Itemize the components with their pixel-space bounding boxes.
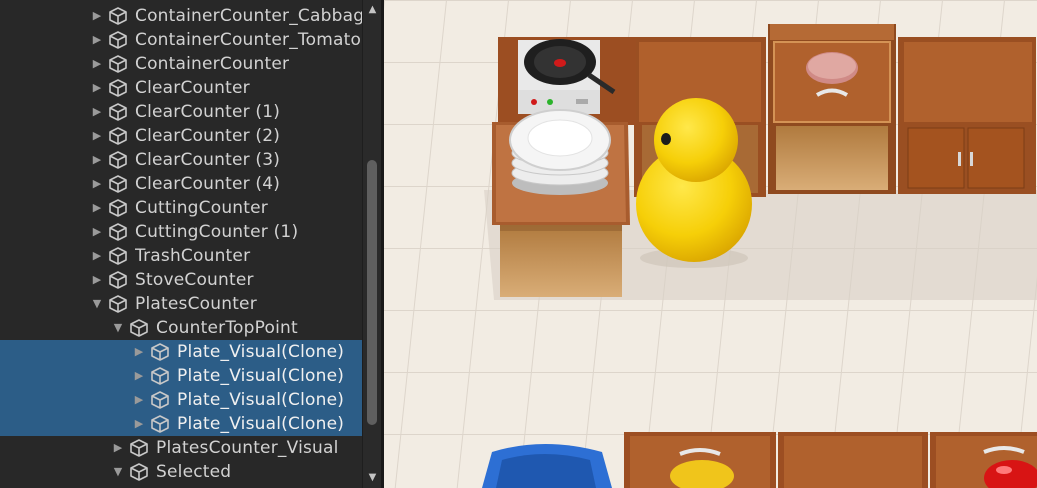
hierarchy-row[interactable]: ▶ CuttingCounter (1)	[0, 220, 362, 244]
hierarchy-panel: ▶ ContainerCounter_Cabbage ▶ ContainerCount…	[0, 0, 381, 488]
hierarchy-row-label: PlatesCounter_Visual	[156, 438, 339, 458]
triangle-right-icon[interactable]: ▶	[132, 340, 146, 364]
hierarchy-row[interactable]: ▶ ContainerCounter	[0, 52, 362, 76]
scene-view[interactable]	[384, 0, 1037, 488]
triangle-right-icon[interactable]: ▶	[90, 244, 104, 268]
hierarchy-row-label: ContainerCounter	[135, 54, 290, 74]
triangle-right-icon[interactable]: ▶	[111, 436, 125, 460]
hierarchy-row-label: ClearCounter (1)	[135, 102, 281, 122]
hierarchy-row[interactable]: ▶ ClearCounter (3)	[0, 148, 362, 172]
scene-render	[384, 0, 1037, 488]
hierarchy-row[interactable]: ▶ StoveCounter	[0, 268, 362, 292]
hierarchy-row-label: CuttingCounter (1)	[135, 222, 299, 242]
hierarchy-row-label: Plate_Visual(Clone)	[177, 366, 345, 386]
scroll-up-arrow-icon[interactable]: ▲	[363, 2, 381, 18]
hierarchy-row[interactable]: ▼ Selected	[0, 460, 362, 484]
plate-stack	[509, 109, 611, 195]
hierarchy-row-label: Selected	[156, 462, 232, 482]
gameobject-cube-icon	[108, 271, 128, 289]
gameobject-cube-icon	[108, 79, 128, 97]
hierarchy-row-label: StoveCounter	[135, 270, 254, 290]
hierarchy-row-label: PlatesCounter	[135, 294, 257, 314]
gameobject-cube-icon	[150, 343, 170, 361]
hierarchy-row[interactable]: ▶ CuttingCounter	[0, 196, 362, 220]
hierarchy-row-label: ClearCounter	[135, 78, 250, 98]
gameobject-cube-icon	[150, 415, 170, 433]
triangle-right-icon[interactable]: ▶	[90, 76, 104, 100]
gameobject-cube-icon	[108, 31, 128, 49]
triangle-right-icon[interactable]: ▶	[132, 364, 146, 388]
hierarchy-row[interactable]: ▶ PlatesCounter_Visual	[0, 436, 362, 460]
hierarchy-row-label: ClearCounter (4)	[135, 174, 281, 194]
gameobject-cube-icon	[108, 103, 128, 121]
gameobject-cube-icon	[129, 439, 149, 457]
hierarchy-row-label: ContainerCounter_Tomato	[135, 30, 362, 50]
hierarchy-row[interactable]: ▶ ContainerCounter_Tomato	[0, 28, 362, 52]
gameobject-cube-icon	[108, 223, 128, 241]
triangle-right-icon[interactable]: ▶	[90, 4, 104, 28]
hierarchy-row-label: ClearCounter (2)	[135, 126, 281, 146]
scroll-thumb[interactable]	[367, 160, 377, 425]
triangle-right-icon[interactable]: ▶	[90, 100, 104, 124]
hierarchy-row[interactable]: ▶ Plate_Visual(Clone)	[0, 364, 362, 388]
gameobject-cube-icon	[108, 127, 128, 145]
hierarchy-row-label: TrashCounter	[135, 246, 251, 266]
hierarchy-row-label: Plate_Visual(Clone)	[177, 342, 345, 362]
hierarchy-row-label: CounterTopPoint	[156, 318, 298, 338]
triangle-right-icon[interactable]: ▶	[90, 124, 104, 148]
hierarchy-row[interactable]: ▶ ClearCounter (4)	[0, 172, 362, 196]
scroll-down-arrow-icon[interactable]: ▼	[363, 470, 381, 486]
gameobject-cube-icon	[108, 199, 128, 217]
triangle-down-icon[interactable]: ▼	[90, 292, 104, 316]
hierarchy-row-label: ClearCounter (3)	[135, 150, 281, 170]
triangle-right-icon[interactable]: ▶	[90, 220, 104, 244]
hierarchy-row[interactable]: ▶ TrashCounter	[0, 244, 362, 268]
triangle-right-icon[interactable]: ▶	[90, 172, 104, 196]
gameobject-cube-icon	[129, 463, 149, 481]
triangle-down-icon[interactable]: ▼	[111, 316, 125, 340]
hierarchy-row[interactable]: ▶ ClearCounter (2)	[0, 124, 362, 148]
triangle-right-icon[interactable]: ▶	[132, 388, 146, 412]
hierarchy-row-label: Plate_Visual(Clone)	[177, 414, 345, 434]
gameobject-cube-icon	[108, 55, 128, 73]
gameobject-cube-icon	[129, 319, 149, 337]
hierarchy-row-label: ContainerCounter_Cabbage	[135, 6, 362, 26]
hierarchy-row[interactable]: ▶ Plate_Visual(Clone)	[0, 388, 362, 412]
hierarchy-row[interactable]: ▶ Plate_Visual(Clone)	[0, 340, 362, 364]
hierarchy-row[interactable]: ▶ Plate_Visual(Clone)	[0, 412, 362, 436]
gameobject-cube-icon	[108, 151, 128, 169]
hierarchy-row[interactable]: ▶ ClearCounter	[0, 76, 362, 100]
triangle-right-icon[interactable]: ▶	[90, 148, 104, 172]
hierarchy-row[interactable]: ▼ PlatesCounter	[0, 292, 362, 316]
triangle-right-icon[interactable]: ▶	[132, 412, 146, 436]
hierarchy-row[interactable]: ▶ ClearCounter (1)	[0, 100, 362, 124]
hierarchy-row-label: CuttingCounter	[135, 198, 268, 218]
gameobject-cube-icon	[150, 391, 170, 409]
hierarchy-scrollbar[interactable]: ▲ ▼	[362, 0, 381, 488]
hierarchy-row-label: Plate_Visual(Clone)	[177, 390, 345, 410]
triangle-right-icon[interactable]: ▶	[90, 196, 104, 220]
triangle-right-icon[interactable]: ▶	[90, 268, 104, 292]
gameobject-cube-icon	[150, 367, 170, 385]
hierarchy-row[interactable]: ▶ ContainerCounter_Cabbage	[0, 4, 362, 28]
gameobject-cube-icon	[108, 295, 128, 313]
gameobject-cube-icon	[108, 7, 128, 25]
triangle-down-icon[interactable]: ▼	[111, 460, 125, 484]
triangle-right-icon[interactable]: ▶	[90, 28, 104, 52]
gameobject-cube-icon	[108, 175, 128, 193]
gameobject-cube-icon	[108, 247, 128, 265]
hierarchy-row[interactable]: ▼ CounterTopPoint	[0, 316, 362, 340]
triangle-right-icon[interactable]: ▶	[90, 52, 104, 76]
